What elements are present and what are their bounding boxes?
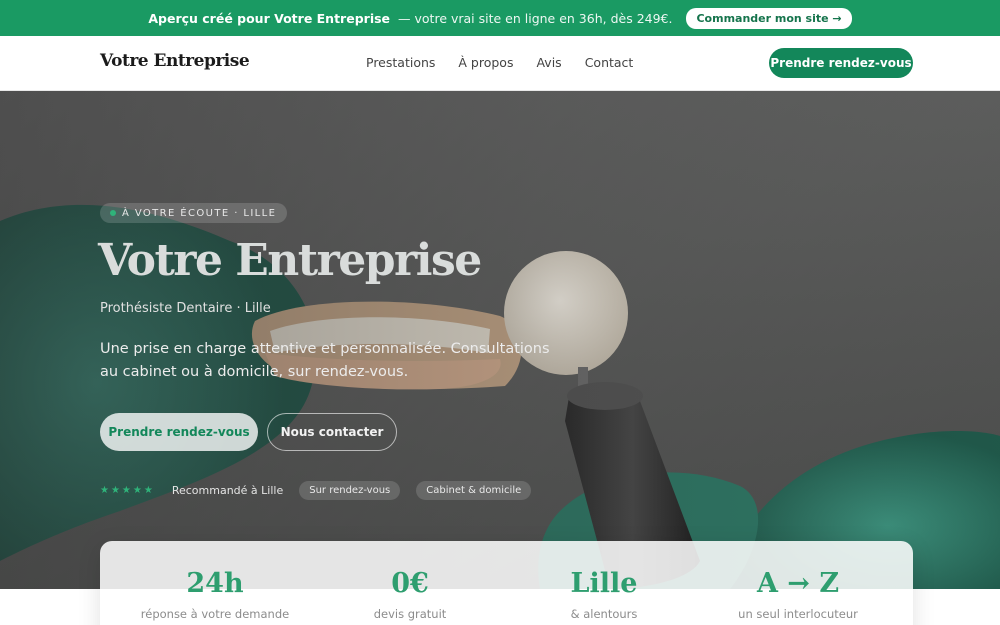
stat-area: Lille & alentours — [504, 567, 704, 621]
trust-row: ★★★★★ Recommandé à Lille Sur rendez-vous… — [100, 481, 547, 500]
stat-value: 0€ — [391, 568, 429, 599]
nav-link-contact[interactable]: Contact — [585, 55, 634, 70]
hero-section: À VOTRE ÉCOUTE · LILLE Votre Entreprise … — [0, 91, 1000, 589]
badge-location: Cabinet & domicile — [416, 481, 532, 500]
stat-single-contact: A → Z un seul interlocuteur — [698, 567, 898, 621]
hero-title: Votre Entreprise — [98, 235, 482, 286]
order-site-button[interactable]: Commander mon site → — [686, 7, 852, 29]
nav-appointment-button[interactable]: Prendre rendez-vous — [769, 48, 913, 78]
status-dot-icon — [110, 210, 116, 216]
appointment-button[interactable]: Prendre rendez-vous — [100, 413, 258, 451]
recommendation-text: Recommandé à Lille — [171, 484, 284, 497]
stat-value: 24h — [186, 568, 244, 599]
stat-label: réponse à votre demande — [140, 607, 290, 621]
main-navigation: Votre Entreprise Prestations À propos Av… — [0, 36, 1000, 91]
banner-strong-text: Aperçu créé pour Votre Entreprise — [148, 10, 391, 26]
brand-logo[interactable]: Votre Entreprise — [100, 51, 250, 71]
contact-button[interactable]: Nous contacter — [267, 413, 397, 451]
stat-label: & alentours — [570, 607, 638, 621]
stat-value: Lille — [570, 568, 638, 599]
nav-link-prestations[interactable]: Prestations — [366, 55, 435, 70]
nav-link-a-propos[interactable]: À propos — [458, 55, 513, 70]
badge-appointment: Sur rendez-vous — [299, 481, 401, 500]
nav-menu: Prestations À propos Avis Contact — [366, 55, 633, 70]
announcement-banner: Aperçu créé pour Votre Entreprise — votr… — [0, 0, 1000, 36]
stat-value: A → Z — [756, 568, 840, 599]
banner-text: — votre vrai site en ligne en 36h, dès 2… — [398, 10, 673, 26]
location-badge: À VOTRE ÉCOUTE · LILLE — [100, 203, 288, 223]
stat-free-quote: 0€ devis gratuit — [310, 567, 510, 621]
nav-link-avis[interactable]: Avis — [536, 55, 561, 70]
stat-response-time: 24h réponse à votre demande — [115, 567, 315, 621]
stat-label: devis gratuit — [373, 607, 447, 621]
star-rating-icon: ★★★★★ — [100, 485, 155, 496]
stat-label: un seul interlocuteur — [738, 607, 858, 621]
hero-subtitle: Prothésiste Dentaire · Lille — [100, 301, 271, 316]
stats-card: 24h réponse à votre demande 0€ devis gra… — [100, 541, 913, 625]
location-badge-text: À VOTRE ÉCOUTE · LILLE — [122, 207, 277, 219]
hero-description: Une prise en charge attentive et personn… — [100, 341, 550, 380]
